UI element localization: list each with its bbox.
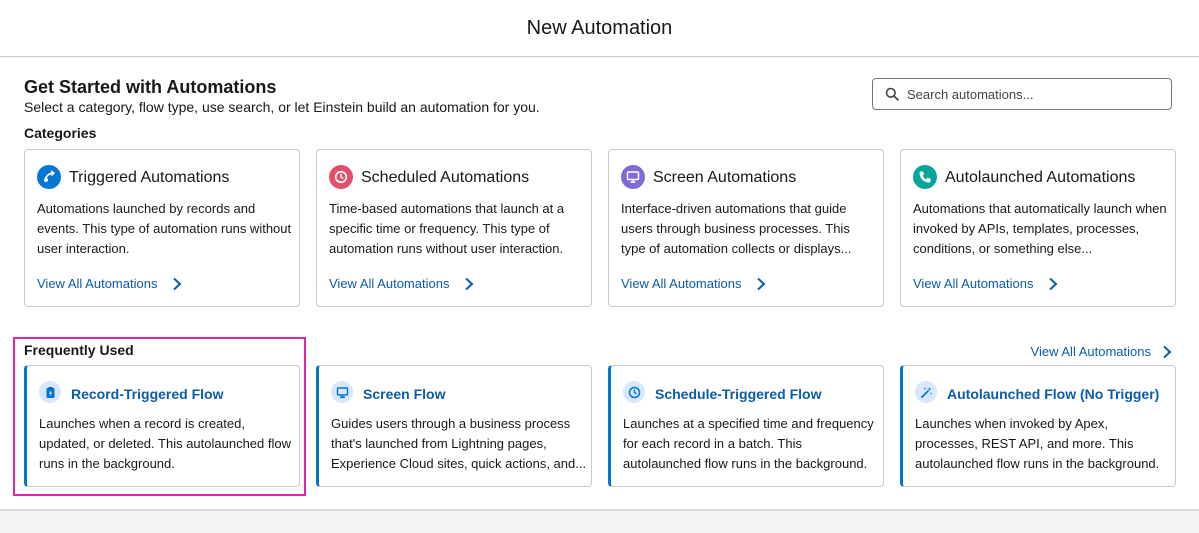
- category-card-scheduled[interactable]: Scheduled Automations Time-based automat…: [316, 149, 592, 307]
- flow-description: Launches when a record is created, updat…: [39, 416, 291, 471]
- page-title: Get Started with Automations: [24, 77, 277, 97]
- category-description: Time-based automations that launch at a …: [329, 201, 565, 256]
- category-card-screen[interactable]: Screen Automations Interface-driven auto…: [608, 149, 884, 307]
- link-label: View All Automations: [913, 276, 1034, 291]
- category-card-autolaunched[interactable]: Autolaunched Automations Automations tha…: [900, 149, 1176, 307]
- monitor-icon: [621, 165, 645, 189]
- clock-icon: [329, 165, 353, 189]
- flow-card-screen[interactable]: Screen Flow Guides users through a busin…: [316, 365, 592, 487]
- view-all-automations-link[interactable]: View All Automations: [621, 276, 767, 291]
- category-title: Triggered Automations: [69, 169, 230, 186]
- link-label: View All Automations: [1030, 344, 1151, 359]
- view-all-automations-link[interactable]: View All Automations: [913, 276, 1059, 291]
- category-description: Automations that automatically launch wh…: [913, 201, 1167, 256]
- chevron-right-icon: [757, 277, 766, 290]
- link-label: View All Automations: [621, 276, 742, 291]
- flow-description: Guides users through a business process …: [331, 416, 587, 471]
- flow-card-autolaunched[interactable]: Autolaunched Flow (No Trigger) Launches …: [900, 365, 1176, 487]
- clock-icon: [623, 381, 645, 403]
- chevron-right-icon: [173, 277, 182, 290]
- chevron-right-icon: [1163, 345, 1172, 358]
- flow-card-record-triggered[interactable]: Record-Triggered Flow Launches when a re…: [24, 365, 300, 487]
- search-icon: [885, 87, 899, 101]
- chevron-right-icon: [465, 277, 474, 290]
- category-title: Autolaunched Automations: [945, 169, 1136, 186]
- category-title: Screen Automations: [653, 169, 797, 186]
- flow-title: Record-Triggered Flow: [71, 386, 224, 402]
- category-title: Scheduled Automations: [361, 169, 530, 186]
- frequently-used-heading: Frequently Used: [24, 342, 134, 358]
- flow-description: Launches when invoked by Apex, processes…: [915, 416, 1160, 471]
- flow-title: Screen Flow: [363, 386, 446, 402]
- category-description: Automations launched by records and even…: [37, 201, 292, 256]
- page-subtitle: Select a category, flow type, use search…: [24, 99, 540, 115]
- chevron-right-icon: [1049, 277, 1058, 290]
- modal-header: New Automation: [0, 0, 1199, 57]
- search-input[interactable]: [907, 86, 1157, 102]
- search-box[interactable]: [872, 78, 1172, 110]
- clipboard-bolt-icon: [39, 381, 61, 403]
- modal-body: Get Started with Automations Select a ca…: [0, 57, 1199, 511]
- categories-heading: Categories: [24, 125, 97, 141]
- flow-title: Schedule-Triggered Flow: [655, 386, 822, 402]
- category-card-triggered[interactable]: Triggered Automations Automations launch…: [24, 149, 300, 307]
- modal-title: New Automation: [526, 16, 673, 39]
- view-all-automations-link[interactable]: View All Automations: [37, 276, 183, 291]
- link-label: View All Automations: [329, 276, 450, 291]
- view-all-automations-link[interactable]: View All Automations: [329, 276, 475, 291]
- phone-icon: [913, 165, 937, 189]
- category-description: Interface-driven automations that guide …: [621, 201, 852, 256]
- magic-wand-icon: [915, 381, 937, 403]
- flow-title: Autolaunched Flow (No Trigger): [947, 386, 1160, 402]
- view-all-automations-link[interactable]: View All Automations: [1031, 344, 1173, 359]
- trigger-icon: [37, 165, 61, 189]
- flow-description: Launches at a specified time and frequen…: [623, 416, 874, 471]
- link-label: View All Automations: [37, 276, 158, 291]
- monitor-icon: [331, 381, 353, 403]
- flow-card-schedule-triggered[interactable]: Schedule-Triggered Flow Launches at a sp…: [608, 365, 884, 487]
